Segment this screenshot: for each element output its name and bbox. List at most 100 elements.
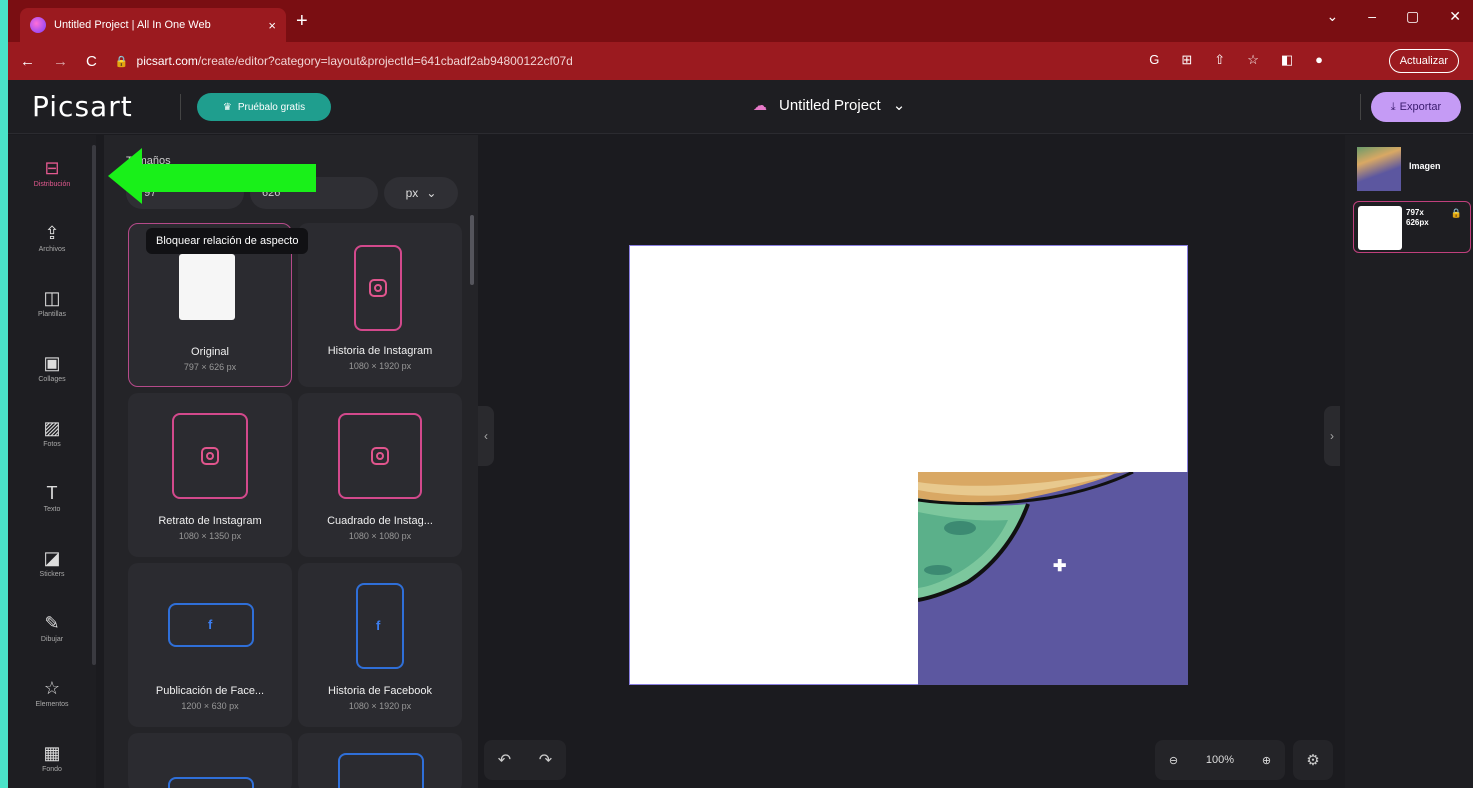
undo-icon[interactable]: ↶ <box>498 750 511 770</box>
browser-window: Untitled Project | All In One Web × + ⌄ … <box>8 0 1473 788</box>
instagram-icon <box>369 279 387 297</box>
back-arrow-icon[interactable]: ← <box>20 53 35 70</box>
image-layer[interactable] <box>918 472 1188 685</box>
google-icon[interactable]: G <box>1149 52 1159 68</box>
layout-icon: ⊟ <box>44 157 60 178</box>
size-card-partial[interactable] <box>128 733 292 788</box>
tab-title: Untitled Project | All In One Web <box>54 19 211 31</box>
sidebar-item-label: Elementos <box>35 700 69 708</box>
size-card-facebook-post[interactable]: f Publicación de Face... 1200 × 630 px <box>128 563 292 727</box>
minimize-icon[interactable]: – <box>1368 8 1376 25</box>
sidebar-item-collages[interactable]: ▣ Collages <box>8 338 96 398</box>
sidebar-item-label: Dibujar <box>40 635 64 643</box>
export-button[interactable]: ⤓ Exportar <box>1371 92 1461 122</box>
sidebar-item-texto[interactable]: T Texto <box>8 468 96 528</box>
sidebar-item-fondo[interactable]: ▦ Fondo <box>8 728 96 788</box>
tab-search-icon[interactable]: ⌄ <box>1327 8 1339 25</box>
url-field[interactable]: picsart.com/create/editor?category=layou… <box>137 54 573 68</box>
sidebar-item-label: Collages <box>38 375 66 383</box>
forward-arrow-icon[interactable]: → <box>53 53 68 70</box>
layer-item-background[interactable]: 797x 626px 🔒 <box>1353 201 1471 253</box>
facebook-frame-icon <box>338 753 424 788</box>
window-controls: ⌄ – ▢ ✕ <box>1327 8 1462 25</box>
sidebar-item-stickers[interactable]: ◪ Stickers <box>8 533 96 593</box>
sidebar-item-plantillas[interactable]: ◫ Plantillas <box>8 273 96 333</box>
update-button[interactable]: Actualizar <box>1388 49 1459 73</box>
sidebar-item-dibujar[interactable]: ✎ Dibujar <box>8 598 96 658</box>
settings-button[interactable]: ⚙ <box>1293 740 1333 780</box>
tab-close-icon[interactable]: × <box>268 18 276 33</box>
size-card-instagram-square[interactable]: Cuadrado de Instag... 1080 × 1080 px <box>298 393 462 557</box>
picsart-favicon-icon <box>30 17 46 33</box>
close-window-icon[interactable]: ✕ <box>1449 8 1461 25</box>
gear-icon: ⚙ <box>1306 752 1320 769</box>
sticker-icon: ◪ <box>43 547 61 568</box>
instagram-frame-icon <box>172 413 248 499</box>
card-size: 1200 × 630 px <box>181 701 239 711</box>
sidebar-item-label: Fondo <box>42 765 62 773</box>
star-icon: ☆ <box>43 677 61 698</box>
size-card-partial[interactable] <box>298 733 462 788</box>
app-header: Picsart ♛ Pruébalo gratis ☁ Untitled Pro… <box>8 80 1473 134</box>
zoom-control: ⊖ 100% ⊕ <box>1155 740 1285 780</box>
instagram-icon <box>201 447 219 465</box>
header-divider <box>180 94 181 120</box>
expand-layers-button[interactable]: › <box>1324 406 1340 466</box>
browser-tab[interactable]: Untitled Project | All In One Web × <box>20 8 286 42</box>
original-paper-icon <box>179 254 235 320</box>
layer-size: 797x 626px <box>1406 208 1429 227</box>
header-divider-right <box>1360 94 1361 120</box>
layers-panel: Imagen 797x 626px 🔒 <box>1345 135 1473 788</box>
facebook-icon: f <box>376 618 381 633</box>
restore-icon[interactable]: ▢ <box>1406 8 1419 25</box>
layer-item-image[interactable]: Imagen <box>1353 143 1471 195</box>
redo-icon[interactable]: ↷ <box>539 750 552 770</box>
url-domain: picsart.com <box>136 54 198 68</box>
unit-select[interactable]: px ⌄ <box>384 177 458 209</box>
cloud-icon: ☁ <box>753 96 767 113</box>
try-free-label: Pruébalo gratis <box>237 101 306 113</box>
chevron-left-icon: ‹ <box>484 429 488 443</box>
aspect-lock-tooltip: Bloquear relación de aspecto <box>146 228 309 254</box>
bookmark-star-icon[interactable]: ☆ <box>1247 52 1259 68</box>
size-card-instagram-story[interactable]: Historia de Instagram 1080 × 1920 px <box>298 223 462 387</box>
collapse-panel-button[interactable]: ‹ <box>478 406 494 466</box>
sidepanel-icon[interactable]: ◧ <box>1281 52 1293 68</box>
zoom-level[interactable]: 100% <box>1206 754 1234 766</box>
sidebar-item-label: Distribución <box>33 180 71 188</box>
zoom-out-icon[interactable]: ⊖ <box>1169 754 1178 767</box>
sidebar-item-label: Texto <box>43 505 61 513</box>
profile-icon[interactable]: ● <box>1315 52 1323 68</box>
sidebar-scrollbar[interactable] <box>92 145 96 665</box>
picsart-logo[interactable]: Picsart <box>32 90 133 123</box>
panel-scrollbar[interactable] <box>470 215 474 285</box>
lock-icon: 🔒 <box>114 55 129 68</box>
left-sidebar: ⊟ Distribución ⇪ Archivos ◫ Plantillas ▣… <box>8 135 96 788</box>
sidebar-item-distribucion[interactable]: ⊟ Distribución <box>8 143 96 203</box>
lock-icon[interactable]: 🔒 <box>1451 208 1462 219</box>
export-label: Exportar <box>1399 101 1442 113</box>
sidebar-item-fotos[interactable]: ▨ Fotos <box>8 403 96 463</box>
address-icons: G ⊞ ⇧ ☆ ◧ ● <box>1149 52 1323 68</box>
zoom-in-icon[interactable]: ⊕ <box>1262 754 1271 767</box>
try-free-button[interactable]: ♛ Pruébalo gratis <box>197 93 331 121</box>
address-bar: ← → C 🔒 picsart.com/create/editor?catego… <box>8 42 1473 80</box>
background-icon: ▦ <box>43 742 61 763</box>
translate-icon[interactable]: ⊞ <box>1181 52 1192 68</box>
facebook-icon: f <box>208 617 213 632</box>
chevron-down-icon: ⌄ <box>426 186 437 200</box>
size-card-facebook-story[interactable]: f Historia de Facebook 1080 × 1920 px <box>298 563 462 727</box>
size-card-instagram-portrait[interactable]: Retrato de Instagram 1080 × 1350 px <box>128 393 292 557</box>
share-icon[interactable]: ⇧ <box>1214 52 1225 68</box>
sidebar-item-elementos[interactable]: ☆ Elementos <box>8 663 96 723</box>
artboard[interactable] <box>629 245 1188 685</box>
new-tab-button[interactable]: + <box>296 10 308 33</box>
planet-pixel-art <box>918 472 1188 685</box>
sidebar-item-label: Fotos <box>43 440 61 448</box>
sidebar-item-archivos[interactable]: ⇪ Archivos <box>8 208 96 268</box>
project-title-dropdown[interactable]: ☁ Untitled Project ⌄ <box>753 96 906 115</box>
tab-bar: Untitled Project | All In One Web × + ⌄ … <box>8 0 1473 42</box>
chevron-down-icon: ⌄ <box>892 97 906 114</box>
sidebar-item-label: Plantillas <box>37 310 66 318</box>
reload-icon[interactable]: C <box>86 53 97 70</box>
